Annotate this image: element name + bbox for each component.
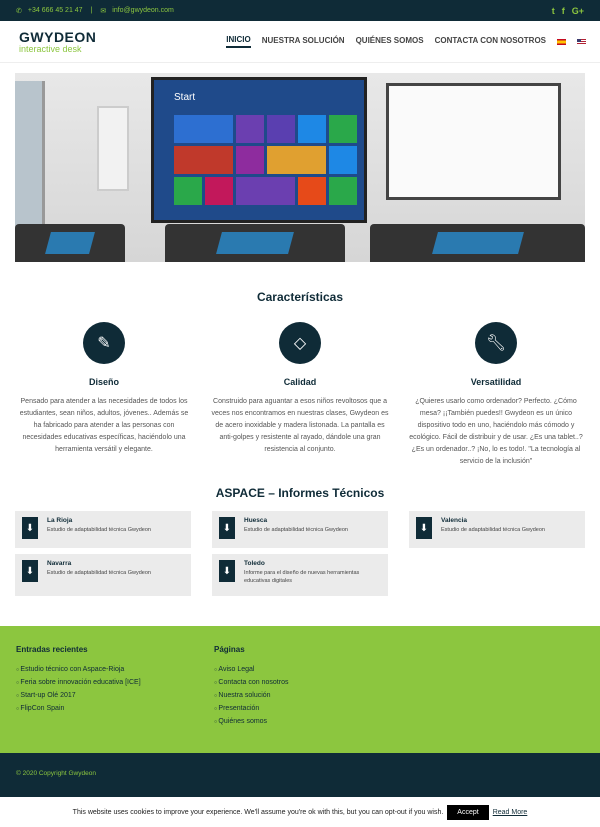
- report-title: Valencia: [441, 517, 468, 524]
- report-desc: Estudio de adaptabilidad técnica Gwydeon: [244, 527, 348, 533]
- phone-icon: ✆: [16, 7, 22, 15]
- phone-number[interactable]: +34 666 45 21 47: [28, 7, 83, 14]
- copyright-bar: © 2020 Copyright Gwydeon: [0, 753, 600, 797]
- screen-start-label: Start: [174, 92, 196, 103]
- top-bar: ✆ +34 666 45 21 47 | ✉ info@gwydeon.com …: [0, 0, 600, 21]
- report-title: Toledo: [244, 560, 265, 567]
- report-valencia[interactable]: ⬇ Valencia Estudio de adaptabilidad técni…: [409, 511, 585, 548]
- email-link[interactable]: info@gwydeon.com: [112, 7, 174, 14]
- pdf-icon: ⬇: [22, 517, 38, 539]
- report-la-rioja[interactable]: ⬇ La Rioja Estudio de adaptabilidad técni…: [15, 511, 191, 548]
- diamond-icon: ◇: [279, 322, 321, 364]
- page-link[interactable]: Quiénes somos: [214, 718, 412, 725]
- cabinet-image: [97, 106, 129, 191]
- desk-image: [15, 224, 125, 262]
- page-link[interactable]: Nuestra solución: [214, 692, 412, 699]
- report-desc: Estudio de adaptabilidad técnica Gwydeon: [441, 527, 545, 533]
- header: GWYDEON interactive desk INICIO NUESTRA …: [0, 21, 600, 63]
- wall-screen-image: Start: [151, 77, 367, 223]
- report-toledo[interactable]: ⬇ Toledo Informe para el diseño de nuevas…: [212, 554, 388, 596]
- reports-grid: ⬇ La Rioja Estudio de adaptabilidad técni…: [15, 511, 585, 596]
- pdf-icon: ⬇: [219, 517, 235, 539]
- report-title: La Rioja: [47, 517, 73, 524]
- pdf-icon: ⬇: [416, 517, 432, 539]
- google-plus-icon[interactable]: G+: [572, 6, 584, 16]
- report-desc: Estudio de adaptabilidad técnica Gwydeon: [47, 527, 151, 533]
- feature-calidad: ◇ Calidad Construido para aguantar a eso…: [211, 322, 389, 468]
- feature-text: ¿Quieres usarlo como ordenador? Perfecto…: [409, 398, 583, 465]
- desk-image: [165, 224, 345, 262]
- footer: Entradas recientes Estudio técnico con A…: [0, 626, 600, 753]
- pencil-icon: ✎: [83, 322, 125, 364]
- features: ✎ Diseño Pensado para atender a las nece…: [15, 322, 585, 468]
- desk-image: [370, 224, 585, 262]
- accept-cookies-button[interactable]: Accept: [447, 804, 489, 820]
- recent-posts-title: Entradas recientes: [16, 645, 88, 654]
- cookie-text: This website uses cookies to improve you…: [72, 808, 444, 816]
- pdf-icon: ⬇: [22, 560, 38, 582]
- pdf-icon: ⬇: [219, 560, 235, 582]
- feature-title: Versatilidad: [470, 377, 522, 387]
- pages-title: Páginas: [214, 645, 245, 654]
- feature-versatilidad: 🔧︎ Versatilidad ¿Quieres usarlo como ord…: [407, 322, 585, 468]
- feature-title: Calidad: [283, 377, 317, 387]
- cookie-banner: This website uses cookies to improve you…: [0, 797, 600, 827]
- features-title: Características: [256, 290, 344, 304]
- screen-tiles: [174, 115, 357, 205]
- recent-posts: Entradas recientes Estudio técnico con A…: [16, 645, 214, 731]
- recent-post-link[interactable]: Feria sobre innovación educativa [ICE]: [16, 679, 214, 686]
- main-nav: INICIO NUESTRA SOLUCIÓN QUIÉNES SOMOS CO…: [226, 35, 586, 48]
- report-huesca[interactable]: ⬇ Huesca Estudio de adaptabilidad técnica…: [212, 511, 388, 548]
- page-link[interactable]: Aviso Legal: [214, 666, 412, 673]
- logo-name: GWYDEON: [19, 28, 97, 45]
- reports-title: ASPACE – Informes Técnicos: [215, 486, 385, 500]
- whiteboard-image: [386, 83, 561, 200]
- logo-tagline: interactive desk: [19, 43, 82, 54]
- nav-item-contacta[interactable]: CONTACTA CON NOSOTROS: [435, 36, 546, 47]
- hero-image: Start: [15, 73, 585, 262]
- page-link[interactable]: Contacta con nosotros: [214, 679, 412, 686]
- nav-item-quienes-somos[interactable]: QUIÉNES SOMOS: [356, 36, 424, 47]
- page-link[interactable]: Presentación: [214, 705, 412, 712]
- report-desc: Estudio de adaptabilidad técnica Gwydeon: [47, 570, 151, 576]
- email-icon: ✉: [100, 7, 107, 15]
- recent-post-link[interactable]: FlipCon Spain: [16, 705, 214, 712]
- pages-list: Páginas Aviso Legal Contacta con nosotro…: [214, 645, 412, 731]
- feature-title: Diseño: [88, 377, 119, 387]
- report-desc: Informe para el diseño de nuevas herrami…: [244, 570, 360, 584]
- nav-item-inicio[interactable]: INICIO: [226, 35, 251, 48]
- logo[interactable]: GWYDEON interactive desk: [19, 30, 96, 54]
- feature-text: Construido para aguantar a esos niños re…: [211, 398, 389, 453]
- copyright-text: © 2020 Copyright Gwydeon: [16, 770, 96, 777]
- nav-item-nuestra-solucion[interactable]: NUESTRA SOLUCIÓN: [262, 36, 345, 47]
- report-title: Huesca: [244, 517, 268, 524]
- spanish-flag-icon[interactable]: [557, 38, 566, 45]
- english-flag-icon[interactable]: [577, 38, 586, 45]
- read-more-link[interactable]: Read More: [493, 809, 528, 816]
- wrench-icon: 🔧︎: [475, 322, 517, 364]
- recent-post-link[interactable]: Start-up Olé 2017: [16, 692, 214, 699]
- report-navarra[interactable]: ⬇ Navarra Estudio de adaptabilidad técnic…: [15, 554, 191, 596]
- feature-text: Pensado para atender a las necesidades d…: [19, 398, 189, 453]
- report-title: Navarra: [47, 560, 72, 567]
- feature-diseno: ✎ Diseño Pensado para atender a las nece…: [15, 322, 193, 468]
- twitter-icon[interactable]: t: [552, 6, 555, 16]
- facebook-icon[interactable]: f: [562, 6, 565, 16]
- recent-post-link[interactable]: Estudio técnico con Aspace-Rioja: [16, 666, 214, 673]
- separator: |: [90, 7, 93, 14]
